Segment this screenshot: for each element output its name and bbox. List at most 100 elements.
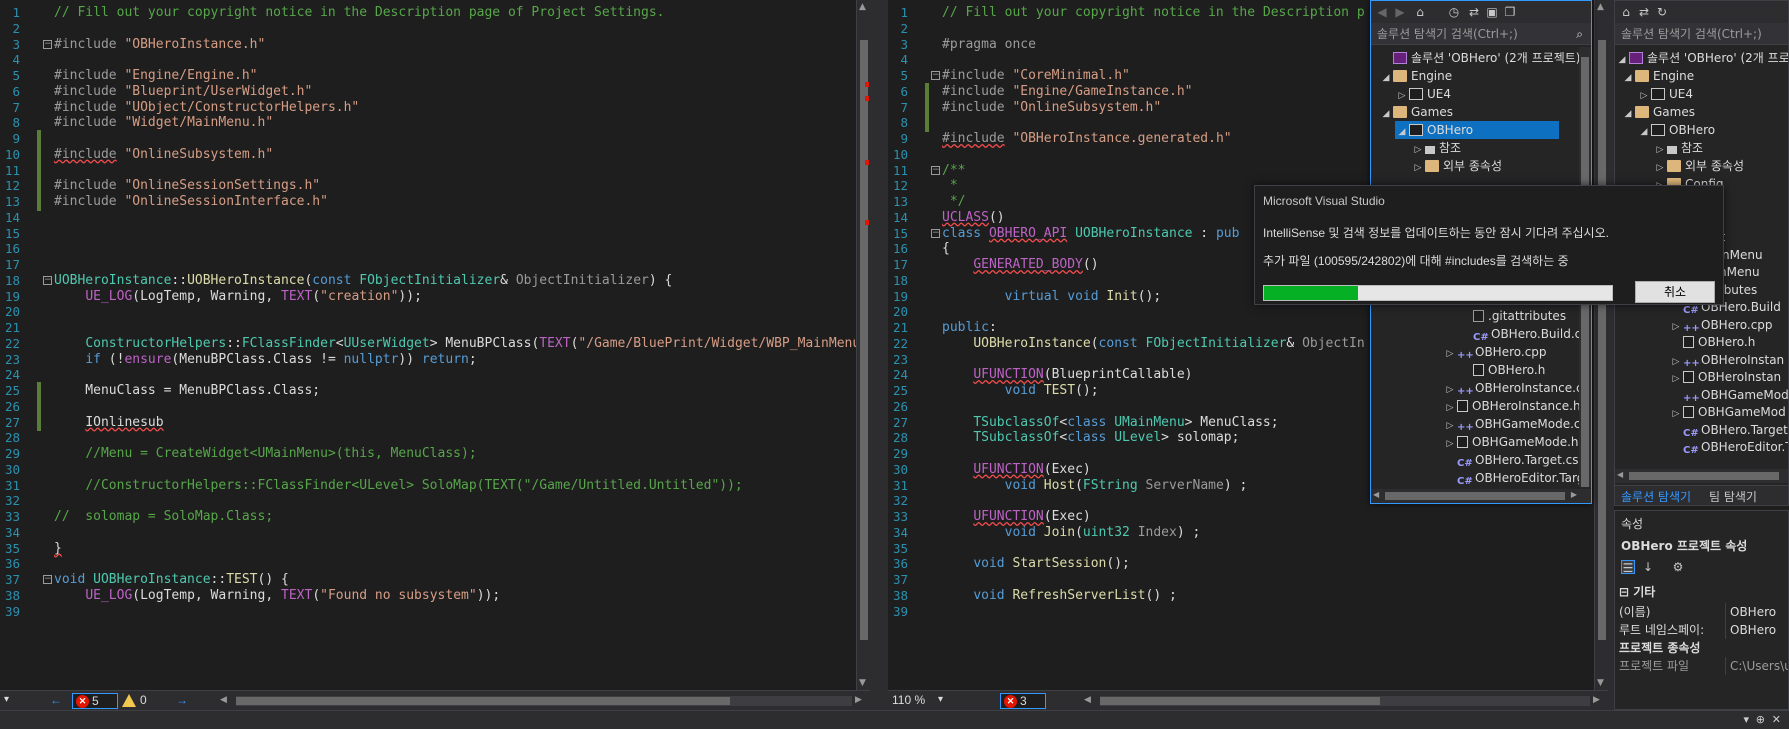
tab-solution-explorer[interactable]: 솔루션 탐색기: [1615, 487, 1697, 505]
scroll-left-icon[interactable]: ◀: [1617, 470, 1623, 479]
tree-item[interactable]: 솔루션 'OBHero' (2개 프로젝트): [1379, 49, 1580, 67]
tree-item[interactable]: OBHero.h: [1669, 333, 1755, 351]
refresh-icon[interactable]: ↻: [1655, 5, 1669, 19]
code-line[interactable]: // Fill out your copyright notice in the…: [942, 4, 1365, 22]
horizontal-scrollbar[interactable]: ◀: [1615, 469, 1788, 483]
tree-item[interactable]: ◢ 솔루션 'OBHero' (2개 프로젝: [1615, 49, 1788, 67]
code-line[interactable]: #pragma once: [942, 36, 1036, 54]
tree-item[interactable]: ▷ 외부 종속성: [1653, 157, 1744, 175]
error-count-badge[interactable]: ✕ 5: [72, 693, 118, 709]
code-line[interactable]: class OBHERO_API UOBHeroInstance : pub: [942, 225, 1239, 243]
code-line[interactable]: //ConstructorHelpers::FClassFinder<ULeve…: [54, 477, 742, 495]
close-icon[interactable]: ✕: [1772, 713, 1781, 726]
horizontal-scrollbar[interactable]: [1100, 696, 1590, 706]
tree-item[interactable]: ▷ 참조: [1411, 139, 1462, 157]
scroll-right-icon[interactable]: ▶: [1571, 490, 1577, 499]
tab-team-explorer[interactable]: 팀 탐색기: [1703, 487, 1763, 505]
tree-item[interactable]: C# OBHeroEditor.Target: [1443, 469, 1591, 487]
property-row[interactable]: 루트 네임스페이: OBHero: [1615, 621, 1788, 639]
tree-item[interactable]: ▷ OBHGameMod: [1669, 403, 1786, 421]
scrollbar-thumb[interactable]: [860, 40, 868, 640]
code-line[interactable]: #include "OnlineSubsystem.h": [54, 146, 273, 164]
property-pages-icon[interactable]: ⚙: [1671, 560, 1685, 574]
warning-count[interactable]: 0: [140, 693, 147, 707]
property-row[interactable]: (이름) OBHero: [1615, 603, 1788, 621]
tree-item[interactable]: ◢ OBHero: [1395, 121, 1559, 139]
code-line[interactable]: void Join(uint32 Index) ;: [942, 524, 1201, 542]
cancel-button[interactable]: 취소: [1635, 281, 1715, 303]
tree-item[interactable]: ▷ OBHeroInstance.h: [1443, 397, 1581, 415]
code-line[interactable]: MenuClass = MenuBPClass.Class;: [54, 382, 320, 400]
sort-alpha-icon[interactable]: ↓: [1641, 560, 1655, 574]
tree-item[interactable]: C#OBHero.Target.cs: [1443, 451, 1579, 469]
pin-icon[interactable]: ⊕: [1756, 713, 1765, 726]
scroll-up-icon[interactable]: ▲: [1597, 2, 1604, 12]
code-line[interactable]: void RefreshServerList() ;: [942, 587, 1177, 605]
tree-item[interactable]: C# OBHero.Build.cs: [1459, 325, 1588, 343]
home-icon[interactable]: ⌂: [1413, 5, 1427, 19]
horizontal-scrollbar[interactable]: ◀ ▶: [1371, 489, 1591, 503]
tree-item[interactable]: .gitattributes: [1459, 307, 1566, 325]
property-row[interactable]: 프로젝트 종속성: [1615, 639, 1788, 657]
tree-item[interactable]: ▷ ++OBHeroInstan: [1669, 351, 1785, 369]
expand-arrow-icon[interactable]: ◢: [1621, 105, 1635, 123]
sync-icon[interactable]: ⇄: [1467, 5, 1481, 19]
scroll-down-icon[interactable]: ▼: [1597, 678, 1604, 688]
expand-arrow-icon[interactable]: ◢: [1379, 105, 1393, 123]
vertical-scrollbar[interactable]: ▲ ▼: [856, 0, 870, 690]
tree-item[interactable]: ◢ Games: [1379, 103, 1453, 121]
tree-item[interactable]: ▷ ++OBHeroInstance.c: [1443, 379, 1583, 397]
horizontal-scroll-thumb[interactable]: [236, 697, 730, 705]
property-row[interactable]: 프로젝트 파일 C:\Users\u: [1615, 657, 1788, 675]
horizontal-scroll-thumb[interactable]: [1100, 697, 1380, 705]
tree-item[interactable]: ◢ Engine: [1621, 67, 1695, 87]
scroll-up-icon[interactable]: ▲: [859, 2, 866, 12]
tree-item[interactable]: C#OBHero.Target.cs: [1669, 421, 1788, 439]
horizontal-scroll-thumb[interactable]: [1385, 492, 1565, 500]
scroll-left-icon[interactable]: ◀: [1084, 694, 1091, 705]
code-line[interactable]: }: [54, 540, 62, 558]
zoom-level[interactable]: 110 %: [892, 693, 925, 707]
tree-item[interactable]: ▷ ++OBHGameMode.c: [1443, 415, 1581, 433]
code-line[interactable]: #include "Widget/MainMenu.h": [54, 114, 273, 132]
scroll-right-icon[interactable]: ▶: [1593, 694, 1600, 705]
code-line[interactable]: virtual void Init();: [942, 288, 1162, 306]
expand-arrow-icon[interactable]: ▷: [1443, 345, 1457, 363]
tree-item[interactable]: ◢ Games: [1621, 103, 1695, 121]
code-line[interactable]: UE_LOG(LogTemp, Warning, TEXT("Found no …: [54, 587, 500, 605]
code-line[interactable]: IOnlinesub: [54, 414, 163, 432]
search-input[interactable]: 솔루션 탐색기 검색(Ctrl+;) ⌕: [1371, 23, 1591, 45]
code-line[interactable]: UOBHeroInstance(const FObjectInitializer…: [942, 335, 1364, 353]
navigate-back-icon[interactable]: ←: [50, 693, 62, 707]
expand-arrow-icon[interactable]: ◢: [1379, 69, 1393, 87]
categorized-icon[interactable]: ☰: [1621, 560, 1635, 575]
scroll-down-icon[interactable]: ▼: [859, 678, 866, 688]
search-icon[interactable]: ⌕: [1576, 23, 1583, 45]
tree-item[interactable]: ▷ UE4: [1395, 85, 1451, 103]
tree-item[interactable]: OBHero.h: [1459, 361, 1545, 379]
forward-icon[interactable]: ▶: [1393, 5, 1407, 19]
error-count-badge[interactable]: ✕ 3: [1000, 693, 1046, 709]
code-area[interactable]: // Fill out your copyright notice in the…: [46, 0, 870, 690]
tree-item[interactable]: ▷ UE4: [1637, 85, 1693, 103]
tree-item[interactable]: ▷ 참조: [1653, 139, 1704, 157]
tree-item[interactable]: ◢ OBHero: [1637, 121, 1716, 141]
expand-arrow-icon[interactable]: ◢: [1637, 123, 1651, 141]
code-line[interactable]: void StartSession();: [942, 555, 1130, 573]
code-line[interactable]: void Host(FString ServerName) ;: [942, 477, 1248, 495]
scrollbar-thumb[interactable]: [1598, 40, 1606, 640]
dropdown-icon[interactable]: ▾: [1743, 713, 1749, 726]
home-icon[interactable]: ⌂: [1619, 5, 1633, 19]
expand-arrow-icon[interactable]: ◢: [1621, 69, 1635, 87]
expand-arrow-icon[interactable]: ◢: [1395, 123, 1409, 141]
sync-icon[interactable]: ⇄: [1637, 5, 1651, 19]
code-line[interactable]: // solomap = SoloMap.Class;: [54, 508, 273, 526]
left-code-editor[interactable]: 1 2 3 4 5 6 7 8 9 10 11 12 13 14 15 16 17 18 19 20 21 22 23 24 2…: [0, 0, 870, 690]
code-line[interactable]: //Menu = CreateWidget<UMainMenu>(this, M…: [54, 445, 476, 463]
code-line[interactable]: GENERATED_BODY(): [942, 256, 1098, 274]
zoom-dropdown-icon[interactable]: ▾: [938, 694, 943, 705]
tree-item[interactable]: ++OBHGameMod: [1669, 386, 1788, 404]
code-line[interactable]: UE_LOG(LogTemp, Warning, TEXT("creation"…: [54, 288, 422, 306]
code-line[interactable]: if (!ensure(MenuBPClass.Class != nullptr…: [54, 351, 476, 369]
history-icon[interactable]: ◷: [1447, 5, 1461, 19]
